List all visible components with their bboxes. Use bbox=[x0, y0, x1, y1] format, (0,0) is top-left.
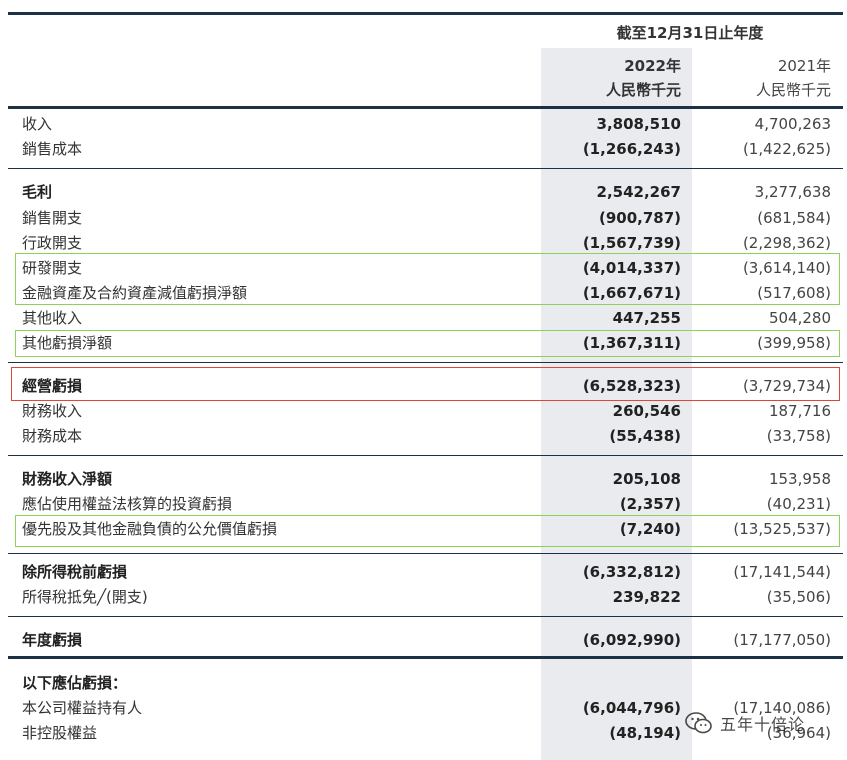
row-label: 其他虧損淨額 bbox=[22, 334, 113, 352]
value-2021: (3,729,734) bbox=[742, 377, 831, 395]
column-header-2022-unit: 人民幣千元 bbox=[605, 81, 681, 99]
value-2021: 3,277,638 bbox=[754, 183, 831, 201]
section-divider bbox=[8, 168, 843, 169]
total-rule bbox=[8, 656, 843, 659]
table-row-revenue: 收入 3,808,510 4,700,263 bbox=[0, 112, 847, 137]
table-row-income-tax: 所得稅抵免╱(開支) 239,822 (35,506) bbox=[0, 585, 847, 610]
row-label: 其他收入 bbox=[22, 309, 83, 327]
row-label: 行政開支 bbox=[22, 234, 83, 252]
value-2021: (1,422,625) bbox=[742, 140, 831, 158]
table-row-rd-expenses: 研發開支 (4,014,337) (3,614,140) bbox=[0, 256, 847, 281]
watermark-text: 五年十倍论 bbox=[720, 715, 806, 734]
value-2022: 2,542,267 bbox=[596, 183, 681, 201]
column-header-2021-unit: 人民幣千元 bbox=[755, 81, 831, 99]
wechat-icon bbox=[685, 712, 712, 734]
value-2022: (6,332,812) bbox=[582, 563, 681, 581]
value-2021: (33,758) bbox=[766, 427, 831, 445]
table-row-finance-costs: 財務成本 (55,438) (33,758) bbox=[0, 424, 847, 449]
row-label: 收入 bbox=[22, 115, 53, 133]
value-2022: (55,438) bbox=[609, 427, 681, 445]
value-2022: (48,194) bbox=[609, 724, 681, 742]
column-header-2022-year: 2022年 bbox=[624, 57, 681, 75]
value-2022: (1,367,311) bbox=[582, 334, 681, 352]
row-label: 研發開支 bbox=[22, 259, 83, 277]
table-row-operating-loss: 經營虧損 (6,528,323) (3,729,734) bbox=[0, 374, 847, 399]
row-label: 財務成本 bbox=[22, 427, 83, 445]
value-2022: 3,808,510 bbox=[596, 115, 681, 133]
value-2021: (681,584) bbox=[757, 209, 831, 227]
row-label: 非控股權益 bbox=[22, 724, 98, 742]
table-row-other-losses: 其他虧損淨額 (1,367,311) (399,958) bbox=[0, 331, 847, 356]
table-row-selling-expenses: 銷售開支 (900,787) (681,584) bbox=[0, 206, 847, 231]
table-row-loss-before-tax: 除所得稅前虧損 (6,332,812) (17,141,544) bbox=[0, 560, 847, 585]
row-label: 金融資產及合約資產減值虧損淨額 bbox=[22, 284, 248, 302]
row-label: 毛利 bbox=[22, 183, 53, 201]
value-2021: (2,298,362) bbox=[742, 234, 831, 252]
value-2022: 447,255 bbox=[612, 309, 681, 327]
value-2022: (6,092,990) bbox=[582, 631, 681, 649]
row-label: 除所得稅前虧損 bbox=[22, 563, 128, 581]
value-2021: (17,177,050) bbox=[733, 631, 831, 649]
table-row-attributable-heading: 以下應佔虧損： bbox=[0, 671, 847, 696]
section-divider bbox=[8, 455, 843, 456]
value-2021: 504,280 bbox=[768, 309, 831, 327]
section-divider bbox=[8, 362, 843, 363]
row-label: 優先股及其他金融負債的公允價值虧損 bbox=[22, 520, 278, 538]
column-header-2021-year: 2021年 bbox=[777, 57, 831, 75]
table-row-cost-of-sales: 銷售成本 (1,266,243) (1,422,625) bbox=[0, 137, 847, 162]
value-2021: (517,608) bbox=[757, 284, 831, 302]
value-2021: (3,614,140) bbox=[742, 259, 831, 277]
value-2022: (6,044,796) bbox=[582, 699, 681, 717]
table-row-share-of-investment-losses: 應佔使用權益法核算的投資虧損 (2,357) (40,231) bbox=[0, 492, 847, 517]
value-2022: (1,667,671) bbox=[582, 284, 681, 302]
row-label: 經營虧損 bbox=[22, 377, 83, 395]
value-2022: (900,787) bbox=[598, 209, 681, 227]
table-row-net-finance-income: 財務收入淨額 205,108 153,958 bbox=[0, 467, 847, 492]
value-2022: (6,528,323) bbox=[582, 377, 681, 395]
row-label: 年度虧損 bbox=[22, 631, 83, 649]
period-heading: 截至12月31日止年度 bbox=[616, 24, 764, 42]
value-2021: 187,716 bbox=[768, 402, 831, 420]
table-row-gross-profit: 毛利 2,542,267 3,277,638 bbox=[0, 180, 847, 205]
top-rule bbox=[8, 12, 843, 15]
value-2022: 205,108 bbox=[612, 470, 681, 488]
row-label: 所得稅抵免╱(開支) bbox=[22, 588, 148, 606]
row-label: 以下應佔虧損： bbox=[22, 674, 128, 692]
row-label: 銷售開支 bbox=[22, 209, 83, 227]
row-label: 財務收入 bbox=[22, 402, 83, 420]
row-label: 銷售成本 bbox=[22, 140, 83, 158]
value-2022: 239,822 bbox=[612, 588, 681, 606]
value-2021: 4,700,263 bbox=[754, 115, 831, 133]
value-2022: (7,240) bbox=[619, 520, 681, 538]
table-row-administrative-expenses: 行政開支 (1,567,739) (2,298,362) bbox=[0, 231, 847, 256]
table-row-fair-value-losses: 優先股及其他金融負債的公允價值虧損 (7,240) (13,525,537) bbox=[0, 517, 847, 542]
value-2022: (4,014,337) bbox=[582, 259, 681, 277]
value-2021: (40,231) bbox=[766, 495, 831, 513]
value-2021: (17,141,544) bbox=[733, 563, 831, 581]
value-2021: 153,958 bbox=[768, 470, 831, 488]
watermark: 五年十倍论 bbox=[684, 706, 844, 740]
table-row-finance-income: 財務收入 260,546 187,716 bbox=[0, 399, 847, 424]
value-2022: (1,567,739) bbox=[582, 234, 681, 252]
value-2021: (399,958) bbox=[757, 334, 831, 352]
value-2022: 260,546 bbox=[612, 402, 681, 420]
section-divider bbox=[8, 553, 843, 554]
section-divider bbox=[8, 616, 843, 617]
table-row-loss-for-year: 年度虧損 (6,092,990) (17,177,050) bbox=[0, 628, 847, 653]
header-rule bbox=[8, 106, 843, 109]
row-label: 財務收入淨額 bbox=[22, 470, 113, 488]
row-label: 本公司權益持有人 bbox=[22, 699, 143, 717]
value-2021: (35,506) bbox=[766, 588, 831, 606]
row-label: 應佔使用權益法核算的投資虧損 bbox=[22, 495, 233, 513]
value-2021: (13,525,537) bbox=[733, 520, 831, 538]
table-row-impairment-losses: 金融資產及合約資產減值虧損淨額 (1,667,671) (517,608) bbox=[0, 281, 847, 306]
table-row-other-income: 其他收入 447,255 504,280 bbox=[0, 306, 847, 331]
value-2022: (1,266,243) bbox=[582, 140, 681, 158]
value-2022: (2,357) bbox=[619, 495, 681, 513]
